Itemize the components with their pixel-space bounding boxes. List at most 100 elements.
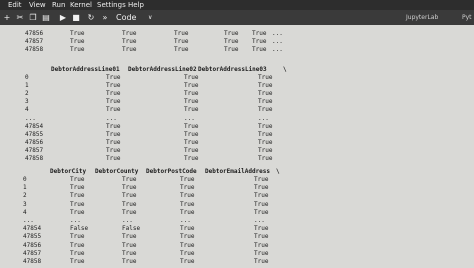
table-cell: True <box>180 225 195 232</box>
table-cell: ... <box>258 115 269 122</box>
cut-icon[interactable]: ✂ <box>15 10 25 25</box>
table-cell: True <box>254 184 269 191</box>
table-cell: True <box>184 147 199 154</box>
table-cell: True <box>122 250 137 257</box>
table-cell: True <box>70 30 85 37</box>
cell-output-area: 47856 True True True True True... 47857 True Tru… <box>0 25 474 268</box>
row-index: ... <box>25 115 36 122</box>
table-cell: True <box>258 139 273 146</box>
table-cell: True <box>180 184 195 191</box>
table-cell: ... <box>184 115 195 122</box>
menu-edit[interactable]: Edit <box>8 0 22 10</box>
table-cell: True <box>180 233 195 240</box>
table-cell: True <box>70 46 85 53</box>
menu-settings[interactable]: Settings <box>97 0 126 10</box>
table-cell: True <box>122 30 137 37</box>
table-cell: True <box>184 155 199 162</box>
table-cell: True <box>180 176 195 183</box>
table-cell: True <box>122 192 137 199</box>
table-cell: True <box>106 98 121 105</box>
table-cell: True <box>184 131 199 138</box>
fast-forward-icon[interactable]: » <box>100 10 110 25</box>
cell-type-select[interactable]: Code <box>116 10 136 25</box>
table-cell: ... <box>106 115 117 122</box>
table-cell: True <box>174 46 189 53</box>
table-cell: True <box>180 258 195 265</box>
table-cell: ... <box>122 217 133 224</box>
table-cell: False <box>122 225 141 232</box>
table-cell: True <box>122 38 137 45</box>
kernel-status[interactable]: Pyt <box>462 10 472 25</box>
row-index: 47854 <box>23 225 42 232</box>
table-cell: True <box>70 192 85 199</box>
row-index: 47855 <box>23 233 42 240</box>
column-header: DebtorAddressLine02 <box>128 66 197 73</box>
table-cell: True <box>106 155 121 162</box>
row-index: 4 <box>23 209 27 216</box>
table-cell: True <box>184 106 199 113</box>
column-header: \ <box>283 66 287 73</box>
table-cell: True <box>184 123 199 130</box>
table-cell: True <box>184 98 199 105</box>
table-cell: ... <box>272 38 283 45</box>
table-cell: ... <box>70 217 81 224</box>
table-cell: True <box>122 233 137 240</box>
row-index: 3 <box>25 98 29 105</box>
table-cell: True <box>70 233 85 240</box>
table-cell: True <box>122 46 137 53</box>
column-header: \ <box>276 168 280 175</box>
row-index: 47854 <box>25 123 44 130</box>
stop-icon[interactable]: ■ <box>71 10 81 25</box>
row-index: 2 <box>23 192 27 199</box>
table-cell: True <box>254 225 269 232</box>
table-cell: True <box>122 242 137 249</box>
row-index: 47856 <box>25 30 44 37</box>
add-cell-icon[interactable]: + <box>2 10 12 25</box>
table-cell: True <box>180 250 195 257</box>
table-cell: True <box>174 30 189 37</box>
menu-bar: Edit View Run Kernel Settings Help <box>0 0 474 10</box>
column-header: DebtorCity <box>50 168 87 175</box>
menu-view[interactable]: View <box>29 0 46 10</box>
table-cell: True <box>258 106 273 113</box>
run-icon[interactable]: ▶ <box>58 10 68 25</box>
table-cell: True <box>70 38 85 45</box>
table-cell: True <box>106 139 121 146</box>
menu-run[interactable]: Run <box>52 0 65 10</box>
table-cell: True <box>180 192 195 199</box>
restart-icon[interactable]: ↻ <box>86 10 96 25</box>
table-cell: True <box>106 82 121 89</box>
table-cell: True <box>224 30 239 37</box>
row-index: 0 <box>23 176 27 183</box>
menu-help[interactable]: Help <box>128 0 144 10</box>
menu-kernel[interactable]: Kernel <box>70 0 92 10</box>
table-cell: True <box>258 90 273 97</box>
table-cell: True <box>70 176 85 183</box>
table-cell: True <box>184 74 199 81</box>
table-cell: True <box>122 258 137 265</box>
table-cell: True <box>106 123 121 130</box>
table-cell: True <box>254 176 269 183</box>
row-index: 47856 <box>25 139 44 146</box>
table-cell: True <box>224 46 239 53</box>
copy-icon[interactable]: ❐ <box>28 10 38 25</box>
table-cell: True <box>122 201 137 208</box>
table-cell: True <box>180 201 195 208</box>
table-cell: True <box>254 242 269 249</box>
table-cell: True <box>254 258 269 265</box>
chevron-down-icon[interactable]: ∨ <box>148 10 152 25</box>
table-cell: True <box>258 98 273 105</box>
table-cell: True <box>254 192 269 199</box>
row-index: 0 <box>25 74 29 81</box>
row-index: 2 <box>25 90 29 97</box>
table-cell: ... <box>180 217 191 224</box>
paste-icon[interactable]: ▤ <box>41 10 51 25</box>
notebook-toolbar: + ✂ ❐ ▤ ▶ ■ ↻ » Code ∨ JupyterLab Pyt <box>0 10 474 25</box>
table-cell: True <box>224 38 239 45</box>
table-cell: True <box>258 131 273 138</box>
row-index: 1 <box>25 82 29 89</box>
column-header: DebtorCounty <box>95 168 139 175</box>
column-header: DebtorAddressLine01 <box>51 66 120 73</box>
column-header: DebtorPostCode <box>146 168 197 175</box>
table-cell: True <box>122 176 137 183</box>
